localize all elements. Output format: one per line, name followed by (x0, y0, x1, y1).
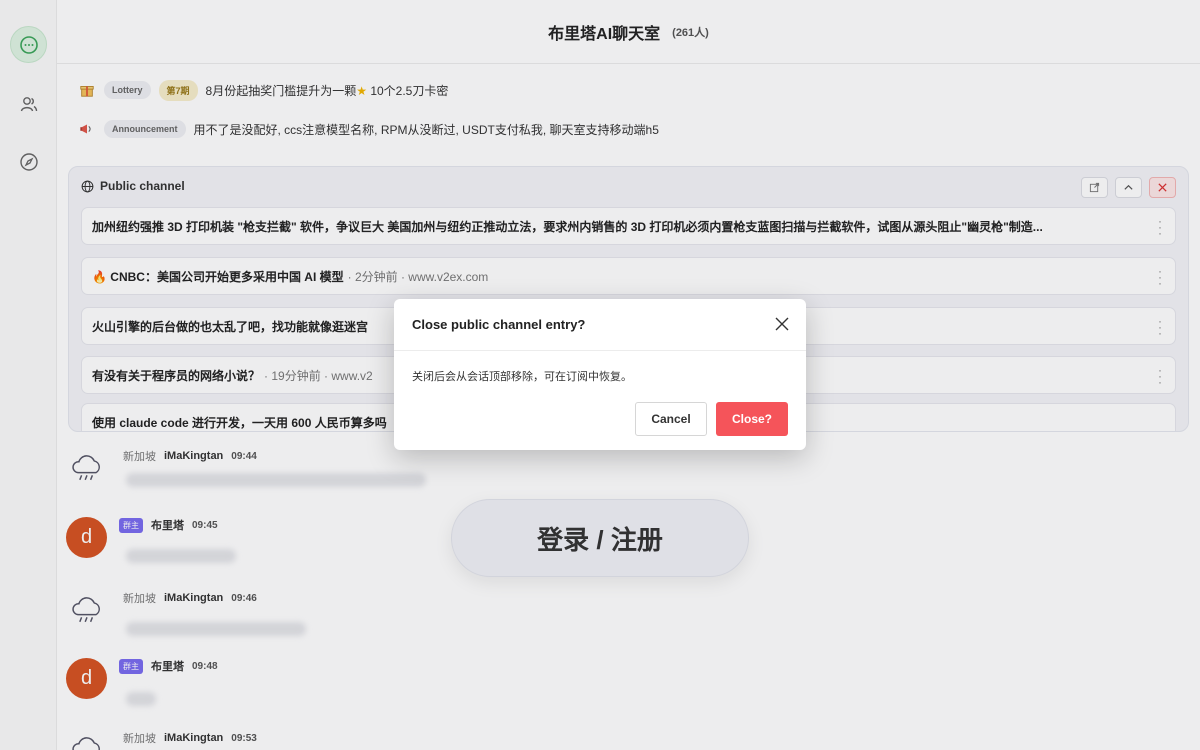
confirm-close-button[interactable]: Close? (716, 402, 788, 436)
close-icon[interactable] (774, 316, 790, 332)
dialog-title: Close public channel entry? (412, 317, 586, 332)
confirm-dialog: Close public channel entry? 关闭后会从会话顶部移除，… (394, 299, 806, 450)
divider (394, 350, 806, 351)
dialog-message: 关闭后会从会话顶部移除，可在订阅中恢复。 (412, 371, 632, 383)
cancel-button[interactable]: Cancel (635, 402, 707, 436)
